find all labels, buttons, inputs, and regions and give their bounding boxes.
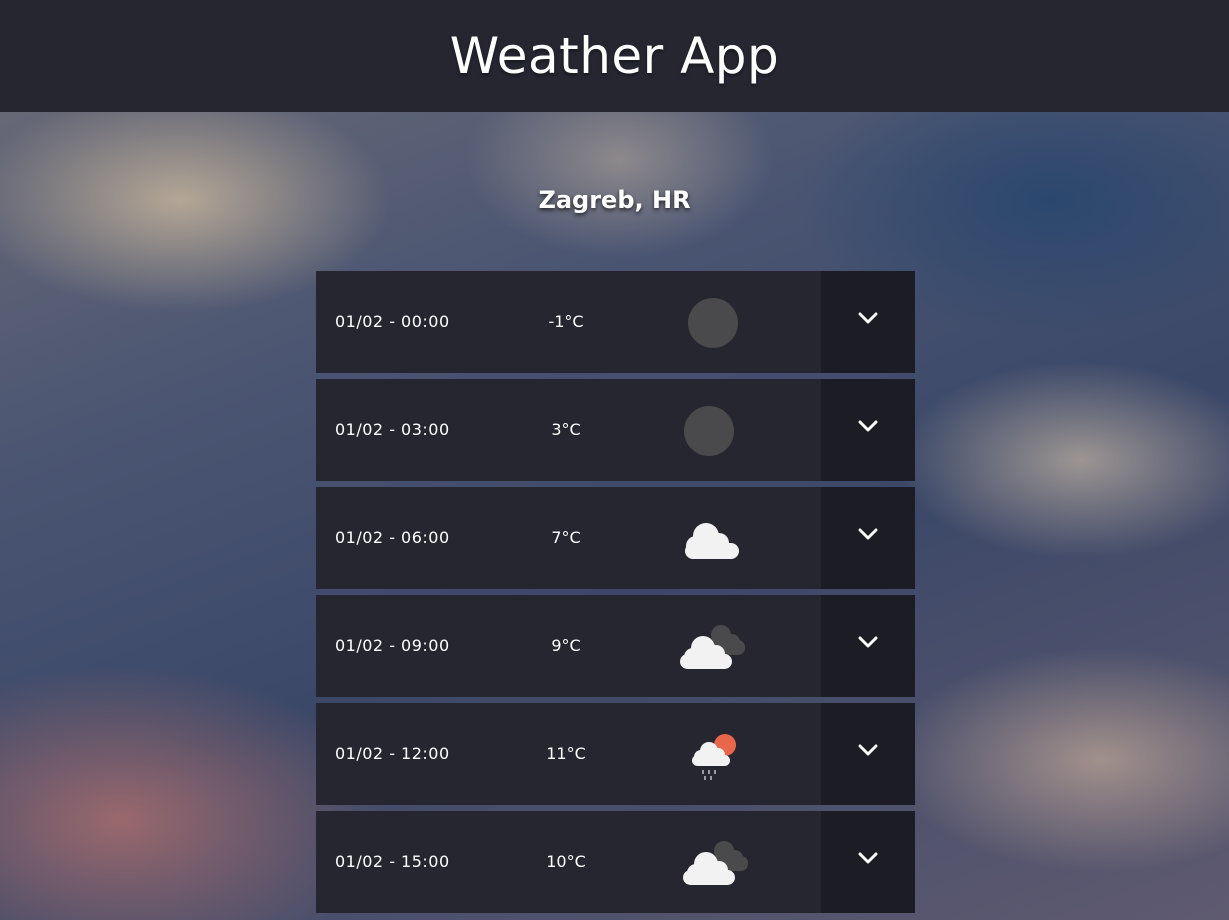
forecast-time: 01/02 - 15:00 <box>335 852 450 871</box>
forecast-row: 01/02 - 03:00 3°C <box>316 379 915 481</box>
forecast-time: 01/02 - 06:00 <box>335 528 450 547</box>
app-title: Weather App <box>449 27 780 85</box>
forecast-temp: 9°C <box>551 636 581 655</box>
forecast-summary: 01/02 - 15:00 10°C <box>316 811 821 913</box>
expand-button[interactable] <box>821 595 915 697</box>
chevron-down-icon <box>858 636 878 648</box>
expand-button[interactable] <box>821 487 915 589</box>
forecast-list: 01/02 - 00:00 -1°C 01/02 - 03:00 3°C 01/… <box>316 271 915 919</box>
chevron-down-icon <box>858 420 878 432</box>
forecast-row: 01/02 - 15:00 10°C <box>316 811 915 913</box>
sun-rain-icon <box>671 724 751 784</box>
expand-button[interactable] <box>821 379 915 481</box>
forecast-row: 01/02 - 12:00 11°C <box>316 703 915 805</box>
forecast-temp: 11°C <box>546 744 586 763</box>
forecast-row: 01/02 - 06:00 7°C <box>316 487 915 589</box>
forecast-summary: 01/02 - 00:00 -1°C <box>316 271 821 373</box>
forecast-summary: 01/02 - 06:00 7°C <box>316 487 821 589</box>
cloud-icon <box>671 508 751 568</box>
location-label: Zagreb, HR <box>538 186 691 214</box>
forecast-summary: 01/02 - 03:00 3°C <box>316 379 821 481</box>
forecast-time: 01/02 - 12:00 <box>335 744 450 763</box>
chevron-down-icon <box>858 312 878 324</box>
forecast-temp: 10°C <box>546 852 586 871</box>
forecast-row: 01/02 - 09:00 9°C <box>316 595 915 697</box>
clear-night-icon <box>671 292 751 352</box>
forecast-temp: -1°C <box>548 312 584 331</box>
app-header: Weather App <box>0 0 1229 112</box>
forecast-temp: 7°C <box>551 528 581 547</box>
clear-night-icon <box>671 400 751 460</box>
forecast-time: 01/02 - 03:00 <box>335 420 450 439</box>
forecast-time: 01/02 - 09:00 <box>335 636 450 655</box>
broken-clouds-icon <box>671 832 751 892</box>
chevron-down-icon <box>858 744 878 756</box>
forecast-row: 01/02 - 00:00 -1°C <box>316 271 915 373</box>
forecast-time: 01/02 - 00:00 <box>335 312 450 331</box>
forecast-temp: 3°C <box>551 420 581 439</box>
chevron-down-icon <box>858 852 878 864</box>
expand-button[interactable] <box>821 811 915 913</box>
expand-button[interactable] <box>821 271 915 373</box>
expand-button[interactable] <box>821 703 915 805</box>
broken-clouds-icon <box>671 616 751 676</box>
chevron-down-icon <box>858 528 878 540</box>
forecast-summary: 01/02 - 12:00 11°C <box>316 703 821 805</box>
forecast-summary: 01/02 - 09:00 9°C <box>316 595 821 697</box>
